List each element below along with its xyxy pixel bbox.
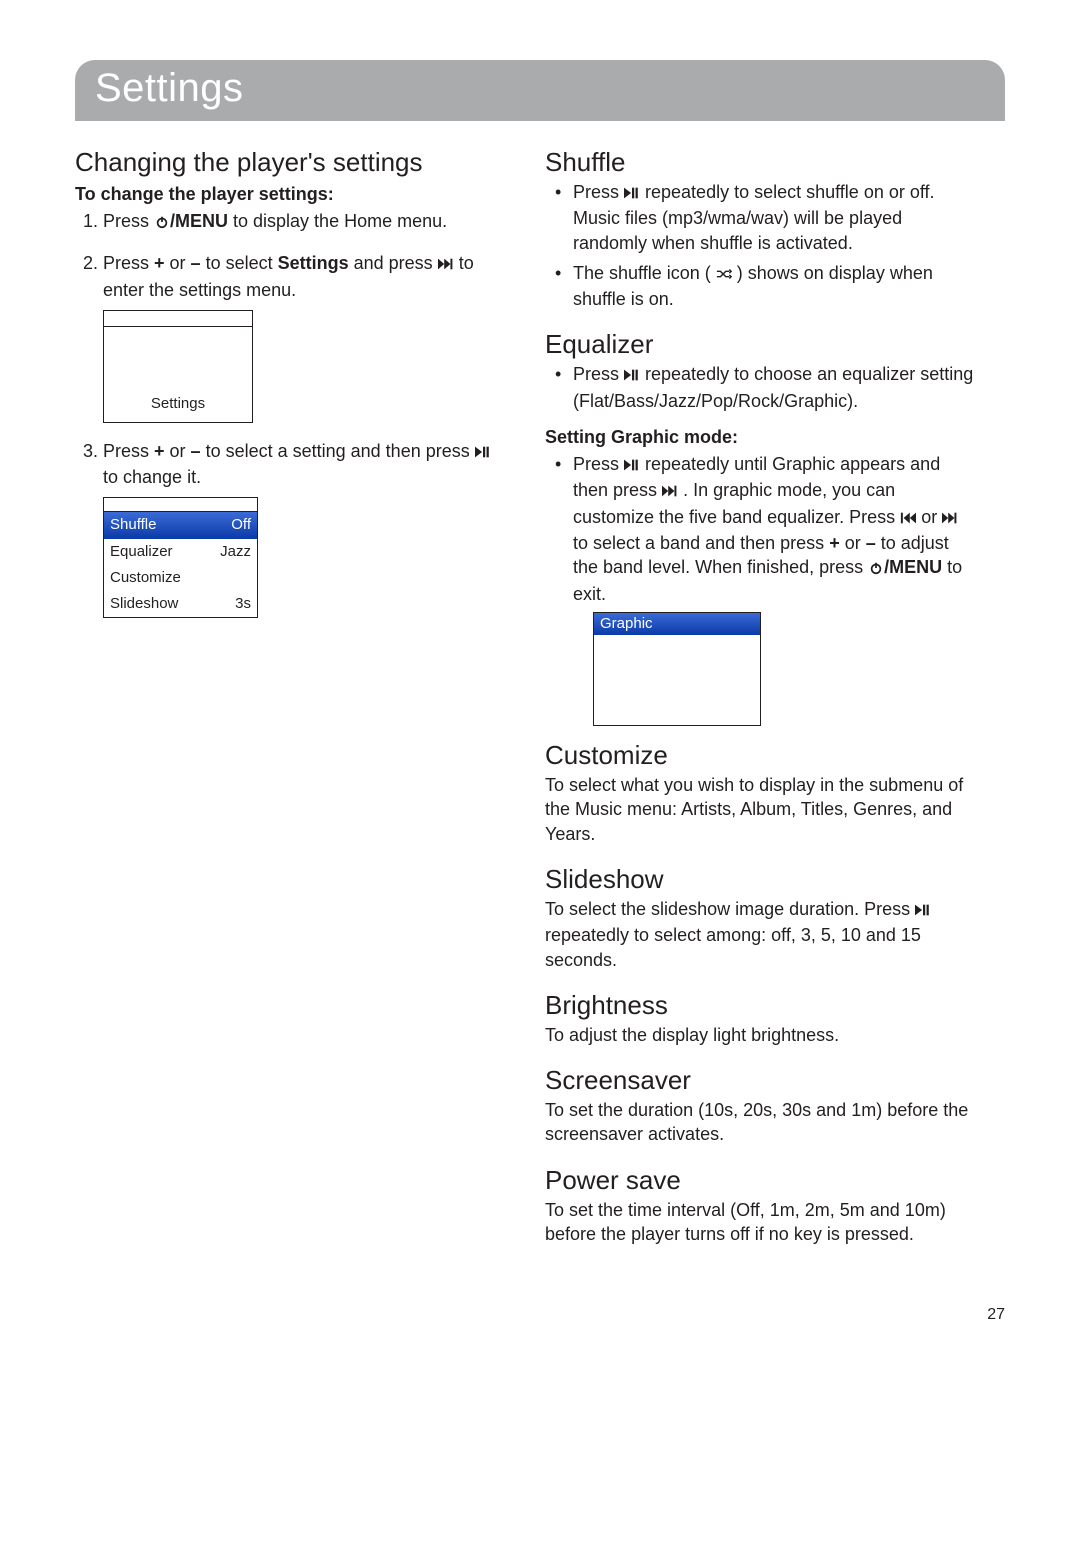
- heading-shuffle: Shuffle: [545, 147, 975, 178]
- eqg-minus: –: [866, 533, 876, 553]
- play-pause-icon: [624, 454, 640, 478]
- screenshot2-titlebar: [104, 498, 257, 512]
- shuffle-icon: [716, 263, 732, 287]
- step-2: Press + or – to select Settings and pres…: [103, 251, 505, 423]
- row-v: Jazz: [220, 542, 251, 562]
- content-columns: Changing the player's settings To change…: [75, 139, 1005, 1246]
- eq-b1-a: Press: [573, 364, 624, 384]
- eq-b1: Press repeatedly to choose an equalizer …: [573, 362, 975, 413]
- next-icon: [942, 507, 958, 531]
- step2-or1: or: [165, 253, 191, 273]
- screenshot3-body: [594, 635, 760, 725]
- shuffle-b1: Press repeatedly to select shuffle on or…: [573, 180, 975, 255]
- heading-screensaver: Screensaver: [545, 1065, 975, 1096]
- step-3: Press + or – to select a setting and the…: [103, 439, 505, 619]
- step2-c: and press: [349, 253, 438, 273]
- next-icon: [438, 253, 454, 277]
- row-slideshow: Slideshow 3s: [104, 591, 257, 617]
- left-column: Changing the player's settings To change…: [75, 139, 505, 1246]
- play-pause-icon: [915, 899, 931, 923]
- heading-changing-settings: Changing the player's settings: [75, 147, 505, 178]
- step3-or: or: [165, 441, 191, 461]
- row-v: 3s: [235, 594, 251, 614]
- eqg-a: Press: [573, 454, 624, 474]
- step3-b: to select a setting and then press: [201, 441, 475, 461]
- play-pause-icon: [624, 182, 640, 206]
- play-pause-icon: [475, 441, 491, 465]
- subheading-graphic-mode: Setting Graphic mode:: [545, 427, 975, 448]
- slide-b: repeatedly to select among: off, 3, 5, 1…: [545, 925, 921, 969]
- step3-c: to change it.: [103, 467, 201, 487]
- row-k: Slideshow: [110, 594, 178, 614]
- customize-text: To select what you wish to display in th…: [545, 773, 975, 846]
- powersave-text: To set the time interval (Off, 1m, 2m, 5…: [545, 1198, 975, 1247]
- row-customize: Customize: [104, 565, 257, 591]
- eq-bullets: Press repeatedly to choose an equalizer …: [545, 362, 975, 413]
- step2-b: to select: [201, 253, 278, 273]
- row-k: Customize: [110, 568, 181, 588]
- page: Settings Changing the player's settings …: [0, 0, 1080, 1364]
- row-v: Off: [231, 515, 251, 535]
- power-icon: [868, 557, 884, 581]
- step1-text-a: Press: [103, 211, 154, 231]
- screensaver-text: To set the duration (10s, 20s, 30s and 1…: [545, 1098, 975, 1147]
- shuffle-b2: The shuffle icon ( ) shows on display wh…: [573, 261, 975, 312]
- prev-icon: [900, 507, 916, 531]
- step2-a: Press: [103, 253, 154, 273]
- play-pause-icon: [624, 364, 640, 388]
- heading-slideshow: Slideshow: [545, 864, 975, 895]
- heading-powersave: Power save: [545, 1165, 975, 1196]
- shuffle-b1-a: Press: [573, 182, 624, 202]
- screenshot-settings-list: Shuffle Off Equalizer Jazz Customize: [103, 497, 258, 618]
- brightness-text: To adjust the display light brightness.: [545, 1023, 975, 1047]
- steps-list: Press /MENU to display the Home menu. Pr…: [75, 209, 505, 618]
- step3-a: Press: [103, 441, 154, 461]
- step1-text-b: to display the Home menu.: [228, 211, 447, 231]
- right-column: Shuffle Press repeatedly to select shuff…: [545, 139, 975, 1246]
- step2-settings: Settings: [278, 253, 349, 273]
- screenshot-home-settings: Settings: [103, 310, 253, 423]
- screenshot-body: Settings: [104, 327, 252, 422]
- step1-menu: /MENU: [170, 211, 228, 231]
- row-equalizer: Equalizer Jazz: [104, 539, 257, 565]
- slideshow-text: To select the slideshow image duration. …: [545, 897, 975, 972]
- next-icon: [662, 480, 678, 504]
- row-k: Shuffle: [110, 515, 156, 535]
- heading-customize: Customize: [545, 740, 975, 771]
- step3-minus: –: [191, 441, 201, 461]
- slide-a: To select the slideshow image duration. …: [545, 899, 915, 919]
- screenshot-graphic: Graphic: [593, 612, 761, 726]
- step2-plus: +: [154, 253, 165, 273]
- title-bar: Settings: [75, 60, 1005, 121]
- screenshot3-label: Graphic: [594, 613, 760, 635]
- screenshot-titlebar: [104, 311, 252, 327]
- eqg-menu: /MENU: [884, 557, 942, 577]
- screenshot-label: Settings: [151, 394, 205, 414]
- eqg-or2: or: [840, 533, 866, 553]
- power-icon: [154, 211, 170, 235]
- subheading-to-change: To change the player settings:: [75, 184, 505, 205]
- step-1: Press /MENU to display the Home menu.: [103, 209, 505, 235]
- eq-graphic-bullets: Press repeatedly until Graphic appears a…: [545, 452, 975, 726]
- heading-equalizer: Equalizer: [545, 329, 975, 360]
- step2-minus: –: [191, 253, 201, 273]
- eqg-or: or: [916, 507, 942, 527]
- heading-brightness: Brightness: [545, 990, 975, 1021]
- step3-plus: +: [154, 441, 165, 461]
- page-title: Settings: [95, 66, 985, 111]
- eq-graphic-b: Press repeatedly until Graphic appears a…: [573, 452, 975, 726]
- shuffle-bullets: Press repeatedly to select shuffle on or…: [545, 180, 975, 311]
- page-number: 27: [75, 1306, 1005, 1324]
- row-k: Equalizer: [110, 542, 173, 562]
- shuffle-b2-a: The shuffle icon (: [573, 263, 716, 283]
- row-shuffle: Shuffle Off: [104, 512, 257, 538]
- eqg-d: to select a band and then press: [573, 533, 829, 553]
- eqg-plus: +: [829, 533, 840, 553]
